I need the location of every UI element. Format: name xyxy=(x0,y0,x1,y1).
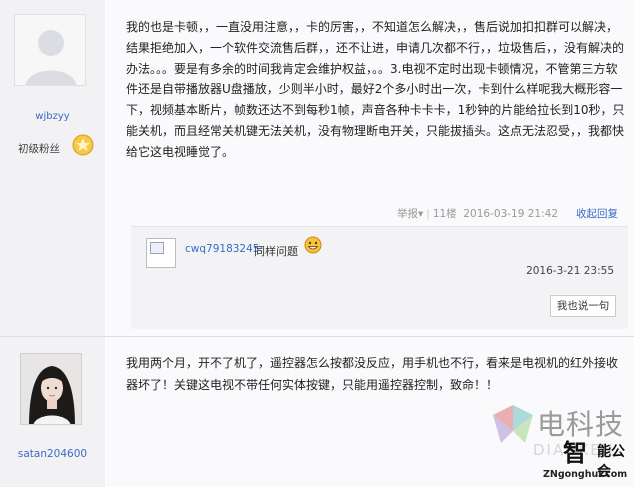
post-1: wjbzyy 初级粉丝 我的也是卡顿，，一直没用注意，，卡的厉害，，不知道怎么解… xyxy=(0,0,634,336)
watermark: 电科技 DIANKEJI 智 能公会 ZNgonghui.com xyxy=(485,397,634,487)
username[interactable]: wjbzyy xyxy=(0,111,105,122)
avatar[interactable] xyxy=(14,14,86,86)
star-badge-icon xyxy=(72,134,94,156)
add-comment-button[interactable]: 我也说一句 xyxy=(550,295,616,317)
reply-box: cwq79183245: 同样问题 2016-3-21 23:55 我也说一句 xyxy=(131,226,628,329)
avatar[interactable] xyxy=(20,353,82,425)
username[interactable]: satan204600 xyxy=(0,448,105,460)
user-rank-label: 初级粉丝 xyxy=(18,143,60,155)
logo-icon xyxy=(493,405,533,443)
user-photo-icon xyxy=(21,354,81,424)
post-body: 我的也是卡顿，，一直没用注意，，卡的厉害，，不知道怎么解决，，售后说加扣扣群可以… xyxy=(126,20,625,159)
watermark-url: ZNgonghui.com xyxy=(543,469,628,480)
reply-time: 2016-3-21 23:55 xyxy=(526,265,614,277)
author-sidebar: wjbzyy 初级粉丝 xyxy=(0,0,105,336)
default-avatar-icon xyxy=(15,15,85,85)
author-sidebar: satan204600 xyxy=(0,337,105,487)
reply-avatar[interactable] xyxy=(146,238,176,268)
report-link[interactable]: 举报▾ xyxy=(397,208,423,220)
post-body: 我用两个月，开不了机了，遥控器怎么按都没反应，用手机也不行，看来是电视机的红外接… xyxy=(126,356,619,392)
post-meta: 举报▾ | 11楼 2016-03-19 21:42 收起回复 xyxy=(396,208,618,220)
broken-image-icon xyxy=(150,242,164,254)
grin-emoji-icon xyxy=(304,236,322,254)
reply-username[interactable]: cwq79183245: xyxy=(185,243,263,255)
floor-number: 11楼 xyxy=(432,208,457,220)
reply-text: 同样问题 xyxy=(254,245,298,258)
caret-down-icon: ▾ xyxy=(417,208,424,220)
collapse-reply-link[interactable]: 收起回复 xyxy=(576,208,618,220)
post-time: 2016-03-19 21:42 xyxy=(463,208,558,220)
watermark-brand: 智 xyxy=(563,439,587,467)
